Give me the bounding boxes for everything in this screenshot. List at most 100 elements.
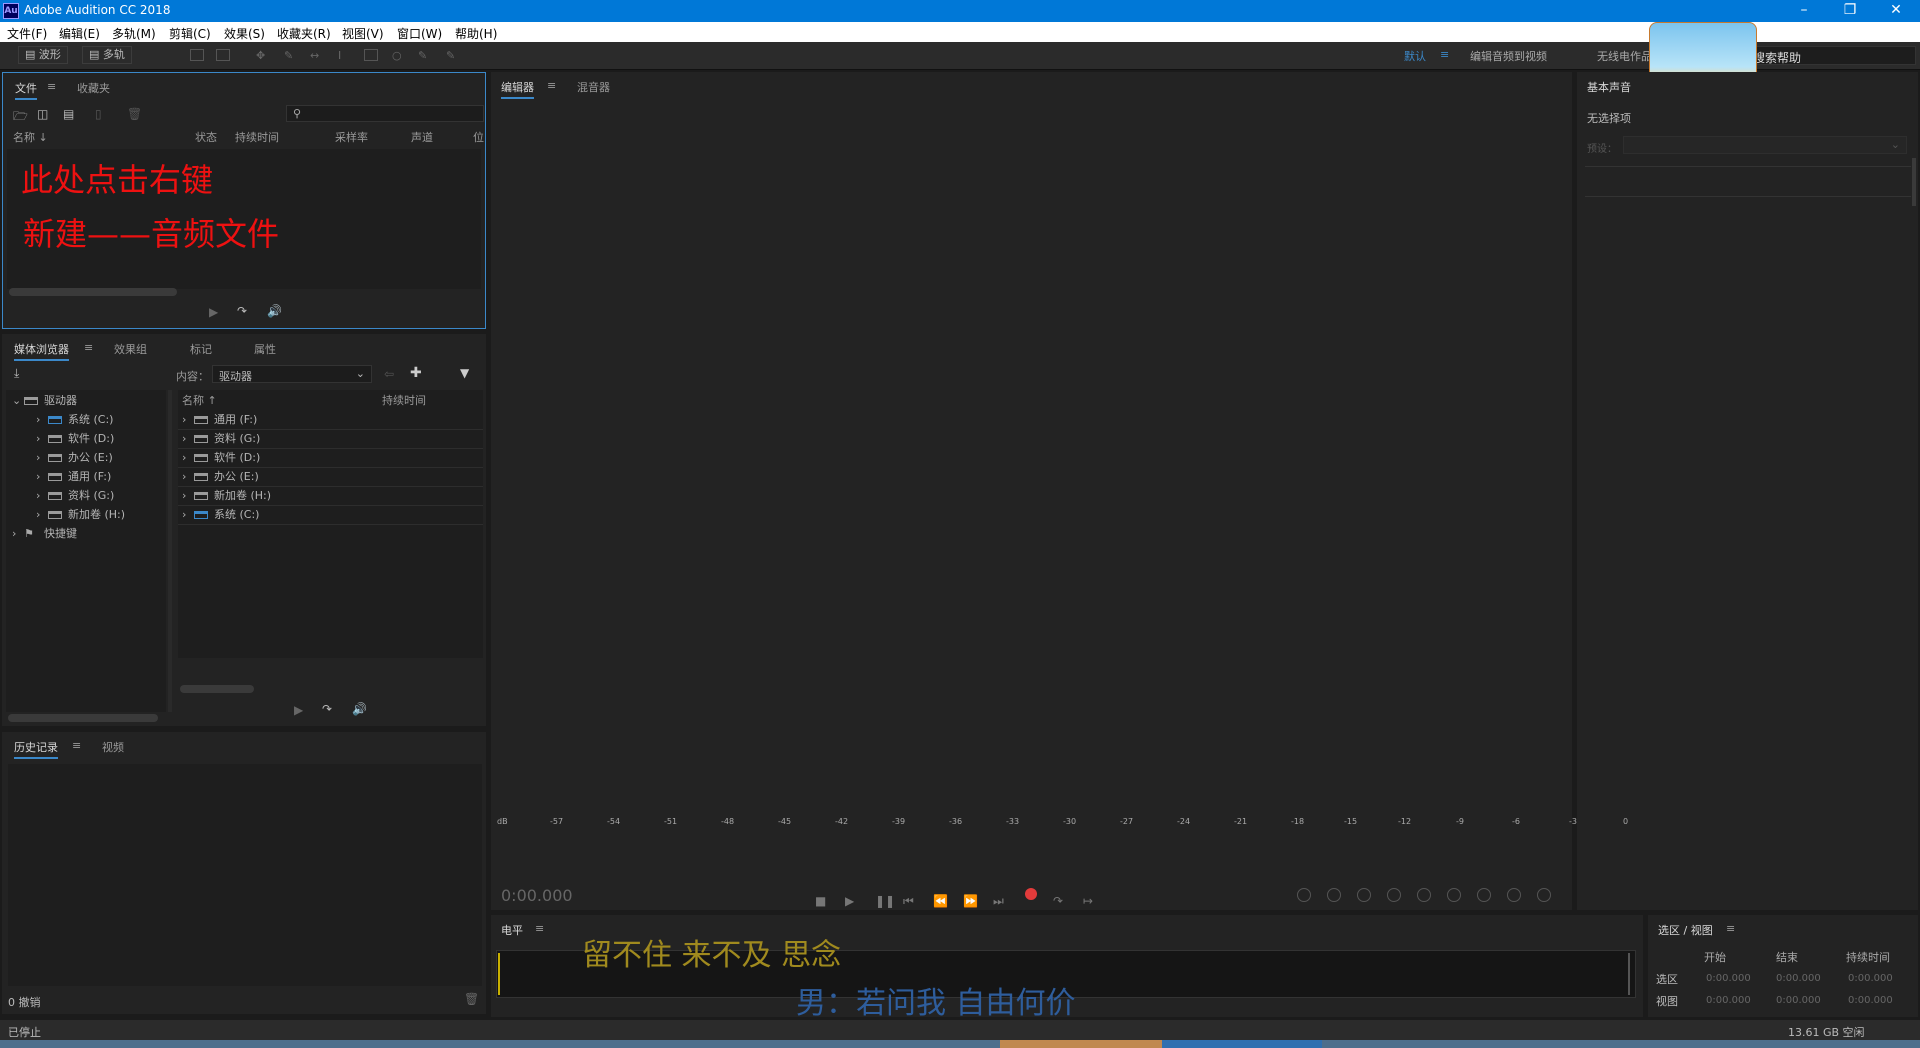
import-file-icon[interactable]: ◫ [37,107,48,121]
tab-video[interactable]: 视频 [102,739,124,755]
add-shortcut-icon[interactable]: ✚ [410,365,422,381]
tree-item[interactable]: › 新加卷 (H:) [36,506,125,524]
skip-selection-button[interactable]: ↦ [1083,894,1093,908]
zoom-out-amplitude-icon[interactable] [1327,888,1341,902]
menu-effects[interactable]: 效果(S) [224,25,265,42]
menu-window[interactable]: 窗口(W) [397,25,442,42]
media-browser-menu-icon[interactable]: ≡ [84,341,93,354]
preset-select[interactable]: ⌄ [1623,136,1907,154]
zoom-in-right-icon[interactable] [1537,888,1551,902]
tab-levels[interactable]: 电平 [501,922,523,938]
zoom-out-full-icon[interactable] [1447,888,1461,902]
browser-autoplay-icon[interactable]: 🔊 [352,702,367,716]
zoom-selection-icon[interactable] [1477,888,1491,902]
workspace-edit-video[interactable]: 编辑音频到视频 [1470,48,1547,64]
time-selection-tool-icon[interactable]: I [338,49,352,62]
tab-markers[interactable]: 标记 [190,341,212,357]
menu-multitrack[interactable]: 多轨(M) [112,25,156,42]
tab-selection-view[interactable]: 选区 / 视图 [1658,922,1713,938]
list-scrollbar[interactable] [180,685,254,693]
skip-start-button[interactable]: ⏮ [903,894,914,909]
skip-end-button[interactable]: ⏭ [993,894,1004,909]
list-item[interactable]: › 新加卷 (H:) [182,487,271,505]
content-select[interactable]: 驱动器 ⌄ [212,365,372,383]
menu-edit[interactable]: 编辑(E) [59,25,100,42]
workspace-default[interactable]: 默认 [1404,48,1426,64]
column-name[interactable]: 名称 ↓ [13,129,48,145]
levels-menu-icon[interactable]: ≡ [535,922,544,935]
tab-mixer[interactable]: 混音器 [577,79,610,95]
selection-start-value[interactable]: 0:00.000 [1706,973,1751,984]
selection-view-menu-icon[interactable]: ≡ [1726,922,1735,935]
tree-shortcuts[interactable]: › ⚑ 快捷键 [12,525,77,543]
loop-playback-button[interactable]: ↷ [1053,894,1063,908]
menu-help[interactable]: 帮助(H) [455,25,497,42]
insert-multitrack-icon[interactable]: ▯ [95,107,102,121]
minimize-button[interactable]: – [1781,0,1827,22]
column-channels[interactable]: 声道 [411,129,433,145]
pause-button[interactable]: ❚❚ [875,894,895,908]
selection-duration-value[interactable]: 0:00.000 [1848,973,1893,984]
list-item[interactable]: › 办公 (E:) [182,468,259,486]
razor-tool-icon[interactable]: ✎ [284,49,298,62]
fast-forward-button[interactable]: ⏩ [963,894,978,908]
open-file-icon[interactable]: 🗁 [13,107,28,128]
column-status[interactable]: 状态 [195,129,217,145]
new-file-icon[interactable]: ▤ [63,107,74,121]
tab-media-browser[interactable]: 媒体浏览器 [14,341,69,361]
close-button[interactable]: ✕ [1873,0,1919,22]
back-arrow-icon[interactable]: ⇦ [384,367,394,381]
essential-scrollbar[interactable] [1912,158,1916,206]
list-item[interactable]: › 资料 (G:) [182,430,260,448]
workspace-menu-icon[interactable]: ≡ [1440,48,1449,61]
tree-item[interactable]: › 资料 (G:) [36,487,114,505]
delete-file-icon[interactable]: 🗑 [127,107,142,121]
spot-healing-tool-icon[interactable]: ✎ [446,49,460,62]
splitter-handle[interactable] [168,390,172,712]
list-item[interactable]: › 系统 (C:) [182,506,259,524]
files-list-area[interactable]: 此处点击右键 新建——音频文件 [7,149,481,289]
list-column-name[interactable]: 名称 ↑ [182,392,217,408]
list-column-duration[interactable]: 持续时间 [382,392,426,408]
filter-icon[interactable]: ▼ [460,366,469,380]
files-search-input[interactable]: ⚲ [286,105,484,122]
menu-clip[interactable]: 剪辑(C) [169,25,211,42]
rewind-button[interactable]: ⏪ [933,894,948,908]
view-start-value[interactable]: 0:00.000 [1706,995,1751,1006]
waveform-button[interactable]: ▤ 波形 [18,46,68,64]
zoom-in-point-icon[interactable] [1417,888,1431,902]
tab-properties[interactable]: 属性 [254,341,276,357]
history-menu-icon[interactable]: ≡ [72,739,81,752]
workspace-radio[interactable]: 无线电作品 [1597,48,1652,64]
tree-item[interactable]: › 通用 (F:) [36,468,111,486]
tab-history[interactable]: 历史记录 [14,739,58,759]
record-button[interactable] [1025,888,1037,900]
stop-button[interactable]: ■ [815,894,826,908]
menu-view[interactable]: 视图(V) [342,25,384,42]
marquee-tool-icon[interactable] [364,49,378,61]
clear-history-icon[interactable]: 🗑 [464,992,479,1006]
files-loop-icon[interactable]: ↷ [237,304,247,318]
brush-tool-icon[interactable]: ✎ [418,49,432,62]
tab-effects-rack[interactable]: 效果组 [114,341,147,357]
tree-item[interactable]: › 办公 (E:) [36,449,113,467]
search-help-field[interactable]: 搜索帮助 [1740,46,1916,65]
tab-favorites[interactable]: 收藏夹 [77,80,110,96]
tab-editor[interactable]: 编辑器 [501,79,534,99]
view-end-value[interactable]: 0:00.000 [1776,995,1821,1006]
menu-favorites[interactable]: 收藏夹(R) [277,25,331,42]
lasso-tool-icon[interactable]: ○ [392,49,406,62]
browser-play-icon[interactable]: ▶ [294,703,303,717]
view-duration-value[interactable]: 0:00.000 [1848,995,1893,1006]
spectral-display-icon[interactable] [190,49,204,61]
column-duration[interactable]: 持续时间 [235,129,279,145]
multitrack-button[interactable]: ▤ 多轨 [82,46,132,64]
menu-file[interactable]: 文件(F) [7,25,47,42]
tab-files[interactable]: 文件 [15,80,37,100]
files-panel-menu-icon[interactable]: ≡ [47,80,56,93]
tree-item[interactable]: › 系统 (C:) [36,411,113,429]
zoom-in-amplitude-icon[interactable] [1297,888,1311,902]
column-bits[interactable]: 位 [473,129,484,145]
slip-tool-icon[interactable]: ↔ [310,49,324,62]
pitch-display-icon[interactable] [216,49,230,61]
